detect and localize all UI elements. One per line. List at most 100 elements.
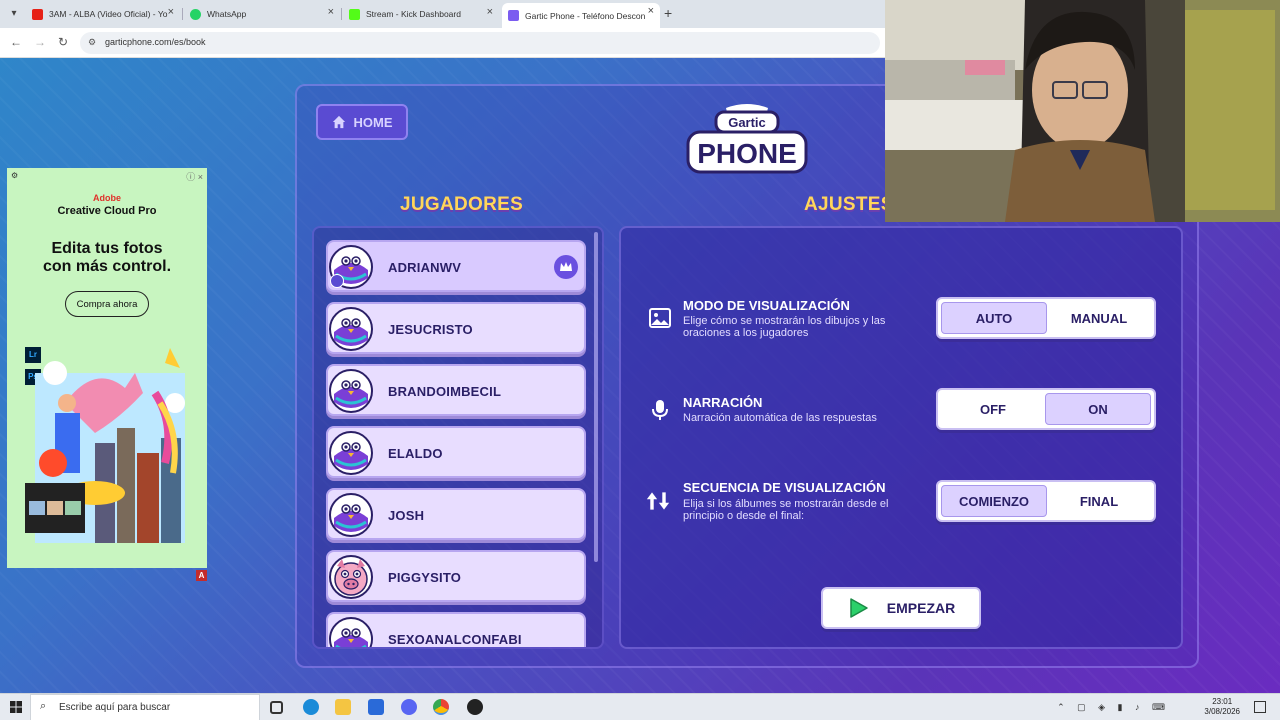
player-name: JESUCRISTO (388, 322, 473, 337)
home-icon (332, 115, 345, 129)
new-tab-icon[interactable]: + (664, 5, 672, 21)
option-auto[interactable]: AUTO (941, 302, 1047, 334)
players-scrollbar[interactable] (594, 232, 598, 562)
clock-date: 3/08/2026 (1204, 707, 1240, 716)
system-tray-icons[interactable]: ⌃ ▢ ◈ ▮ ♪ ⌨ (1057, 702, 1170, 713)
setting-title-sequence: SECUENCIA DE VISUALIZACIÓN (683, 480, 886, 495)
crown-icon (554, 255, 578, 279)
option-on[interactable]: ON (1045, 393, 1151, 425)
site-info-icon[interactable]: ⚙ (88, 37, 96, 48)
tab-whatsapp[interactable]: WhatsApp × (184, 4, 340, 24)
tab-youtube[interactable]: 3AM - ALBA (Video Oficial) - Yo × (26, 4, 180, 24)
player-card: JESUCRISTO (326, 302, 586, 354)
bird-avatar-icon (329, 369, 373, 413)
ad-product: Creative Cloud Pro (57, 205, 157, 217)
back-icon[interactable]: ← (10, 35, 22, 49)
player-name: ADRIANWV (388, 260, 462, 275)
youtube-icon (32, 8, 43, 20)
gartic-icon (508, 10, 519, 21)
ad-info-icon[interactable]: ⚙ (11, 171, 18, 180)
chrome-icon[interactable] (433, 699, 449, 715)
bird-avatar-icon (329, 617, 373, 647)
start-button[interactable]: EMPEZAR (821, 587, 981, 629)
player-card: ADRIANWV (326, 240, 586, 292)
player-name: BRANDOIMBECIL (388, 384, 502, 399)
forward-icon[interactable]: → (34, 35, 46, 49)
settings-panel (619, 226, 1183, 649)
option-comienzo[interactable]: COMIENZO (941, 485, 1047, 517)
task-view-icon[interactable] (270, 701, 283, 714)
notifications-icon[interactable] (1254, 701, 1266, 713)
player-card: PIGGYSITO (326, 550, 586, 602)
edge-icon[interactable] (303, 699, 319, 715)
webcam-overlay (885, 0, 1280, 222)
sequence-toggle: COMIENZO FINAL (936, 480, 1156, 522)
close-icon[interactable]: × (487, 6, 493, 18)
logo-line2: PHONE (697, 138, 797, 169)
ad-brand: Adobe (93, 193, 121, 203)
setting-desc-sequence: Elija si los álbumes se mostrarán desde … (683, 498, 889, 522)
player-name: PIGGYSITO (388, 570, 462, 585)
image-icon (649, 308, 671, 328)
ad-illustration (25, 348, 185, 543)
gartic-phone-logo: Gartic PHONE (686, 104, 808, 174)
player-card: JOSH (326, 488, 586, 540)
ad-headline: Edita tus fotos con más control. (7, 240, 207, 276)
url-text[interactable]: garticphone.com/es/book (105, 37, 206, 47)
adobe-ad[interactable]: ⚙ ⓘ × Adobe Creative Cloud Pro Edita tus… (7, 168, 207, 568)
you-badge-icon (330, 274, 344, 288)
search-icon: ⌕ (40, 700, 47, 712)
setting-title-narration: NARRACIÓN (683, 395, 763, 410)
ad-close-icon[interactable]: ⓘ × (186, 170, 203, 183)
ad-cta-button[interactable]: Compra ahora (65, 291, 149, 317)
taskbar-search-text[interactable]: Escribe aquí para buscar (59, 702, 170, 713)
ad-choices-icon[interactable]: A (196, 570, 207, 581)
close-icon[interactable]: × (168, 6, 174, 18)
option-final[interactable]: FINAL (1047, 485, 1151, 517)
player-card: SEXOANALCONFABI (326, 612, 586, 647)
windows-start-icon[interactable] (10, 701, 22, 713)
kick-icon (349, 8, 360, 20)
windows-taskbar: ⌕ Escribe aquí para buscar ⌃ ▢ ◈ ▮ ♪ ⌨ 2… (0, 693, 1280, 720)
play-icon (850, 598, 868, 618)
start-label: EMPEZAR (886, 600, 956, 616)
pig-avatar-icon (329, 555, 373, 599)
microphone-icon (652, 400, 668, 420)
player-name: SEXOANALCONFABI (388, 632, 522, 647)
discord-icon[interactable] (401, 699, 417, 715)
taskbar-clock[interactable]: 23:01 3/08/2026 (1204, 697, 1240, 717)
tab-title: Gartic Phone - Teléfono Descon (525, 10, 646, 21)
store-icon[interactable] (368, 699, 384, 715)
bird-avatar-icon (329, 307, 373, 351)
bird-avatar-icon (329, 431, 373, 475)
tab-search-dropdown-icon[interactable]: ▾ (6, 6, 22, 22)
ad-headline-line1: Edita tus fotos (51, 240, 163, 257)
whatsapp-icon (190, 8, 201, 20)
players-title: JUGADORES (400, 194, 524, 215)
file-explorer-icon[interactable] (335, 699, 351, 715)
display-mode-toggle: AUTO MANUAL (936, 297, 1156, 339)
home-button[interactable]: HOME (316, 104, 408, 140)
player-name: ELALDO (388, 446, 443, 461)
players-list: ADRIANWV JESUCRISTO BRANDOIMBECIL ELALDO… (312, 226, 604, 649)
obs-icon[interactable] (467, 699, 483, 715)
reload-icon[interactable]: ↻ (58, 35, 68, 49)
tab-title: Stream - Kick Dashboard (366, 9, 461, 19)
tab-title: WhatsApp (207, 9, 247, 19)
close-icon[interactable]: × (648, 5, 654, 17)
home-label: HOME (353, 114, 393, 130)
ad-headline-line2: con más control. (42, 258, 172, 275)
tab-title: 3AM - ALBA (Video Oficial) - Yo (49, 9, 168, 19)
setting-title-display-mode: MODO DE VISUALIZACIÓN (683, 298, 850, 313)
narration-toggle: OFF ON (936, 388, 1156, 430)
sort-arrows-icon (646, 492, 670, 510)
tab-gartic-phone[interactable]: Gartic Phone - Teléfono Descon × (502, 3, 660, 28)
bird-avatar-icon (329, 493, 373, 537)
settings-title: AJUSTES (804, 194, 894, 215)
tab-kick[interactable]: Stream - Kick Dashboard × (343, 4, 499, 24)
option-off[interactable]: OFF (941, 393, 1045, 425)
player-name: JOSH (388, 508, 425, 523)
close-icon[interactable]: × (328, 6, 334, 18)
player-card: BRANDOIMBECIL (326, 364, 586, 416)
option-manual[interactable]: MANUAL (1047, 302, 1151, 334)
